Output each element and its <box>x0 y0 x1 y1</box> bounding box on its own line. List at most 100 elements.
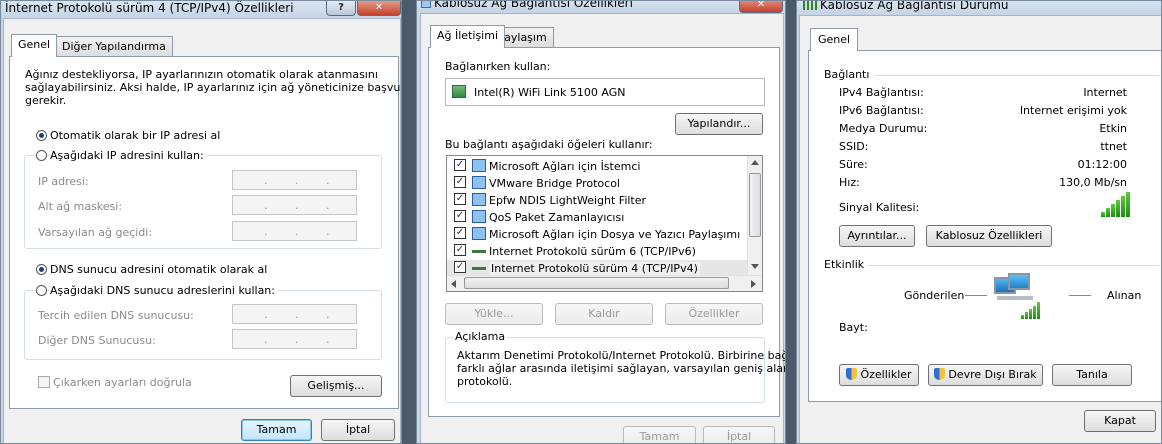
tab-diger-yapilandirma[interactable]: Diğer Yapılandırma <box>55 36 173 57</box>
general-tab-panel: Bağlantı IPv4 Bağlantısı: Internet IPv6 … <box>808 50 1161 402</box>
shield-icon <box>846 368 858 380</box>
close-button[interactable]: ✕ <box>357 1 401 16</box>
divider <box>874 75 1159 76</box>
signal-quality-label: Sinyal Kalitesi: <box>839 201 920 214</box>
preferred-dns-field[interactable]: ... <box>232 304 357 324</box>
description-line: protokolü. <box>457 375 513 388</box>
vertical-scrollbar[interactable] <box>747 156 762 275</box>
item-checkbox[interactable]: ✓ <box>454 210 466 222</box>
wireless-properties-window: Kablosuz Ağ Bağlantısı Özellikleri ✕ Ağ … <box>416 0 786 444</box>
description-line: Aktarım Denetimi Protokolü/Internet Prot… <box>457 349 786 362</box>
install-button[interactable]: Yükle... <box>445 303 543 325</box>
scroll-left-arrow-icon[interactable] <box>451 280 456 288</box>
signal-strength-icon <box>1101 192 1130 217</box>
properties-button[interactable]: Özellikler <box>665 303 763 325</box>
title-bar: Kablosuz Ağ Bağlantısı Özellikleri <box>417 0 785 12</box>
uninstall-button[interactable]: Kaldır <box>555 303 653 325</box>
scroll-right-arrow-icon[interactable] <box>751 280 756 288</box>
ip-manual-radio[interactable] <box>36 150 47 161</box>
help-button[interactable]: ? <box>326 1 356 16</box>
subnet-mask-field[interactable]: ... <box>232 195 357 215</box>
advanced-button[interactable]: Gelişmiş... <box>290 375 382 397</box>
list-item[interactable]: ✓ Microsoft Ağları için Dosya ve Yazıcı P… <box>447 226 762 243</box>
media-state-label: Medya Durumu: <box>839 122 928 135</box>
network-icon <box>421 1 431 8</box>
dns-manual-label[interactable]: Aşağıdaki DNS sunucu adreslerini kullan: <box>50 284 278 297</box>
wireless-status-window: Kablosuz Ağ Bağlantısı Durumu Genel Bağl… <box>796 0 1162 444</box>
adapter-name: Intel(R) WiFi Link 5100 AGN <box>474 86 626 99</box>
tab-genel[interactable]: Genel <box>810 28 859 51</box>
items-label: Bu bağlantı aşağıdaki öğeleri kullanır: <box>445 138 653 151</box>
scroll-up-arrow-icon[interactable] <box>751 160 759 165</box>
cancel-button[interactable]: İptal <box>321 419 395 441</box>
alternate-dns-field[interactable]: ... <box>232 329 357 349</box>
protocol-icon <box>472 176 486 189</box>
configure-button[interactable]: Yapılandır... <box>675 113 763 135</box>
ok-button[interactable]: Tamam <box>623 426 696 443</box>
diagnose-button[interactable]: Tanıla <box>1052 364 1132 386</box>
details-button[interactable]: Ayrıntılar... <box>839 225 915 247</box>
ip-auto-radio[interactable] <box>36 130 47 141</box>
ip-address-field[interactable]: ... <box>232 170 357 190</box>
description-line: gerekir. <box>25 94 67 107</box>
title-bar: Kablosuz Ağ Bağlantısı Durumu <box>797 1 1161 14</box>
list-item[interactable]: ✓ Epfw NDIS LightWeight Filter <box>447 192 762 209</box>
ip-manual-label[interactable]: Aşağıdaki IP adresini kullan: <box>50 149 207 162</box>
adapter-box: Intel(R) WiFi Link 5100 AGN <box>445 78 765 106</box>
description-line: Ağınız destekliyorsa, IP ayarlarınızın o… <box>25 68 378 81</box>
scroll-thumb[interactable] <box>749 173 761 237</box>
cancel-button[interactable]: İptal <box>703 426 775 443</box>
adapter-icon <box>452 85 466 98</box>
preferred-dns-label: Tercih edilen DNS sunucusu: <box>38 309 194 322</box>
speed-value: 130,0 Mb/sn <box>1059 176 1127 189</box>
scroll-down-arrow-icon[interactable] <box>751 264 759 269</box>
ssid-value: ttnet <box>1100 140 1127 153</box>
dns-manual-radio[interactable] <box>36 285 47 296</box>
tab-ag-iletisimi[interactable]: Ağ İletişimi <box>430 25 505 48</box>
list-item[interactable]: ✓ QoS Paket Zamanlayıcısı <box>447 209 762 226</box>
signal-icon <box>803 1 817 10</box>
item-checkbox[interactable]: ✓ <box>454 227 466 239</box>
list-item[interactable]: ✓ VMware Bridge Protocol <box>447 175 762 192</box>
received-line <box>1069 295 1091 296</box>
close-button[interactable]: Kapat <box>1084 410 1156 432</box>
dns-auto-radio[interactable] <box>36 264 47 275</box>
item-checkbox[interactable]: ✓ <box>454 159 466 171</box>
connect-using-label: Bağlanırken kullan: <box>445 60 551 73</box>
item-label: Internet Protokolü sürüm 4 (TCP/IPv4) <box>489 262 700 275</box>
ip-auto-label[interactable]: Otomatik olarak bir IP adresi al <box>50 129 220 142</box>
window-title: Kablosuz Ağ Bağlantısı Özellikleri <box>434 0 633 10</box>
wireless-properties-button[interactable]: Kablosuz Özellikleri <box>926 225 1052 247</box>
description-line: farklı ağlar arasında iletişimi sağlayan… <box>457 362 786 375</box>
properties-button[interactable]: Özellikler <box>839 364 919 386</box>
disable-button[interactable]: Devre Dışı Bırak <box>928 364 1043 386</box>
window-title: İnternet Protokolü sürüm 4 (TCP/IPv4) Öz… <box>5 1 294 15</box>
list-item[interactable]: ✓ Microsoft Ağları için İstemci <box>447 158 762 175</box>
received-label: Alınan <box>1107 289 1142 302</box>
validate-label[interactable]: Çıkarken ayarları doğrula <box>53 376 192 389</box>
ok-button[interactable]: Tamam <box>241 419 312 441</box>
item-label: VMware Bridge Protocol <box>489 177 620 190</box>
dns-auto-label[interactable]: DNS sunucu adresini otomatik olarak al <box>50 263 267 276</box>
hscroll-thumb[interactable] <box>464 277 729 289</box>
item-checkbox[interactable]: ✓ <box>454 176 466 188</box>
ipv6-connectivity-value: Internet erişimi yok <box>1019 104 1127 117</box>
item-checkbox[interactable]: ✓ <box>454 261 466 273</box>
validate-checkbox[interactable] <box>38 376 50 388</box>
dns-manual-group <box>24 290 382 360</box>
duration-value: 01:12:00 <box>1077 158 1127 171</box>
list-item[interactable]: ✓ Internet Protokolü sürüm 6 (TCP/IPv6) <box>447 243 762 260</box>
ipv6-connectivity-label: IPv6 Bağlantısı: <box>839 104 924 117</box>
default-gateway-field[interactable]: ... <box>232 221 357 241</box>
close-button[interactable]: ✕ <box>739 1 783 13</box>
tab-genel[interactable]: Genel <box>11 34 58 57</box>
item-checkbox[interactable]: ✓ <box>454 193 466 205</box>
shield-icon <box>934 368 946 380</box>
media-state-value: Etkin <box>1099 122 1127 135</box>
protocol-arrow-icon <box>472 250 486 253</box>
horizontal-scrollbar[interactable] <box>447 275 762 291</box>
item-label: QoS Paket Zamanlayıcısı <box>489 211 625 224</box>
item-checkbox[interactable]: ✓ <box>454 244 466 256</box>
ipv4-connectivity-value: Internet <box>1083 86 1127 99</box>
sent-label: Gönderilen <box>904 289 965 302</box>
